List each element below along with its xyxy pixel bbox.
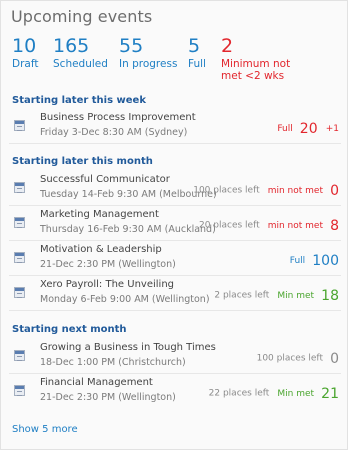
event-status-label: Min met xyxy=(277,388,315,399)
event-status: Full 20 +1 xyxy=(274,118,339,137)
event-datetime: Thursday 16-Feb 9:30 AM (Auckland) xyxy=(40,224,216,235)
event-status: 22 places left Min met 21 xyxy=(209,383,339,402)
stat-in-progress[interactable]: 55 In progress xyxy=(119,34,177,70)
event-count: 21 xyxy=(321,385,339,402)
section-heading-this-month: Starting later this month xyxy=(12,156,153,167)
stat-draft-value: 10 xyxy=(12,35,37,57)
event-datetime: Friday 3-Dec 8:30 AM (Sydney) xyxy=(40,127,188,138)
event-row[interactable]: Business Process Improvement Friday 3-De… xyxy=(9,109,341,144)
stat-draft-label: Draft xyxy=(12,58,39,70)
event-datetime: 18-Dec 1:00 PM (Christchurch) xyxy=(40,357,186,368)
show-more-link[interactable]: Show 5 more xyxy=(12,424,78,435)
event-datetime: Monday 6-Feb 9:00 AM (Wellington) xyxy=(40,294,210,305)
stat-minimum-not-met[interactable]: 2 Minimum not met <2 wks xyxy=(221,34,301,82)
event-row[interactable]: Marketing Management Thursday 16-Feb 9:3… xyxy=(9,206,341,241)
event-count: 100 xyxy=(312,252,339,269)
event-count: 18 xyxy=(321,287,339,304)
stat-scheduled[interactable]: 165 Scheduled xyxy=(53,34,108,70)
stat-in-progress-value: 55 xyxy=(119,35,144,57)
event-datetime: Tuesday 14-Feb 9:30 AM (Melbourne) xyxy=(40,189,217,200)
stat-full-value: 5 xyxy=(188,35,201,57)
calendar-icon xyxy=(14,217,25,228)
event-name[interactable]: Xero Payroll: The Unveiling xyxy=(40,279,174,290)
calendar-icon xyxy=(14,252,25,263)
event-status-label: min not met xyxy=(267,185,323,196)
event-datetime: 21-Dec 2:30 PM (Wellington) xyxy=(40,259,176,270)
calendar-icon xyxy=(14,120,25,131)
event-places-left: 22 places left xyxy=(208,388,270,399)
event-status-label: Min met xyxy=(277,290,315,301)
event-count: 8 xyxy=(330,217,339,234)
event-row[interactable]: Motivation & Leadership 21-Dec 2:30 PM (… xyxy=(9,241,341,276)
stat-scheduled-value: 165 xyxy=(53,35,90,57)
event-count: 20 xyxy=(299,120,318,137)
event-count: 0 xyxy=(330,182,339,199)
event-row[interactable]: Growing a Business in Tough Times 18-Dec… xyxy=(9,339,341,374)
event-count: 0 xyxy=(330,350,339,367)
event-extra: +1 xyxy=(325,123,339,134)
calendar-icon xyxy=(14,385,25,396)
event-status: Full 100 xyxy=(287,250,339,269)
calendar-icon xyxy=(14,182,25,193)
stat-full-label: Full xyxy=(188,58,206,70)
stat-minimum-not-met-value: 2 xyxy=(221,35,234,57)
event-name[interactable]: Business Process Improvement xyxy=(40,112,196,123)
event-row[interactable]: Financial Management 21-Dec 2:30 PM (Wel… xyxy=(9,374,341,408)
section-heading-next-month: Starting next month xyxy=(12,324,127,335)
event-status: 100 places left 0 xyxy=(257,348,339,367)
event-status: 100 places left min not met 0 xyxy=(193,180,339,199)
event-row[interactable]: Xero Payroll: The Unveiling Monday 6-Feb… xyxy=(9,276,341,311)
event-status-label: min not met xyxy=(267,220,323,231)
event-name[interactable]: Growing a Business in Tough Times xyxy=(40,342,216,353)
calendar-icon xyxy=(14,287,25,298)
stat-draft[interactable]: 10 Draft xyxy=(12,34,38,70)
stats-bar: 10 Draft 165 Scheduled 55 In progress 5 … xyxy=(1,34,348,84)
stat-minimum-not-met-label: Minimum not met <2 wks xyxy=(221,58,291,82)
event-places-left: 100 places left xyxy=(193,185,260,196)
upcoming-events-panel: Upcoming events 10 Draft 165 Scheduled 5… xyxy=(0,0,348,450)
panel-title: Upcoming events xyxy=(11,7,153,26)
calendar-icon xyxy=(14,350,25,361)
stat-in-progress-label: In progress xyxy=(119,58,178,70)
event-places-left: 20 places left xyxy=(198,220,260,231)
event-name[interactable]: Successful Communicator xyxy=(40,174,170,185)
stat-scheduled-label: Scheduled xyxy=(53,58,108,70)
event-places-left: 100 places left xyxy=(256,353,323,364)
event-status: 20 places left min not met 8 xyxy=(199,215,339,234)
event-status: 2 places left Min met 18 xyxy=(214,285,339,304)
event-status-label: Full xyxy=(277,123,293,134)
event-name[interactable]: Marketing Management xyxy=(40,209,159,220)
event-datetime: 21-Dec 2:30 PM (Wellington) xyxy=(40,392,176,403)
stat-full[interactable]: 5 Full xyxy=(188,34,206,70)
event-status-label: Full xyxy=(289,255,306,266)
event-row[interactable]: Successful Communicator Tuesday 14-Feb 9… xyxy=(9,171,341,206)
section-heading-this-week: Starting later this week xyxy=(12,95,146,106)
event-name[interactable]: Motivation & Leadership xyxy=(40,244,162,255)
event-name[interactable]: Financial Management xyxy=(40,377,153,388)
event-places-left: 2 places left xyxy=(214,290,270,301)
